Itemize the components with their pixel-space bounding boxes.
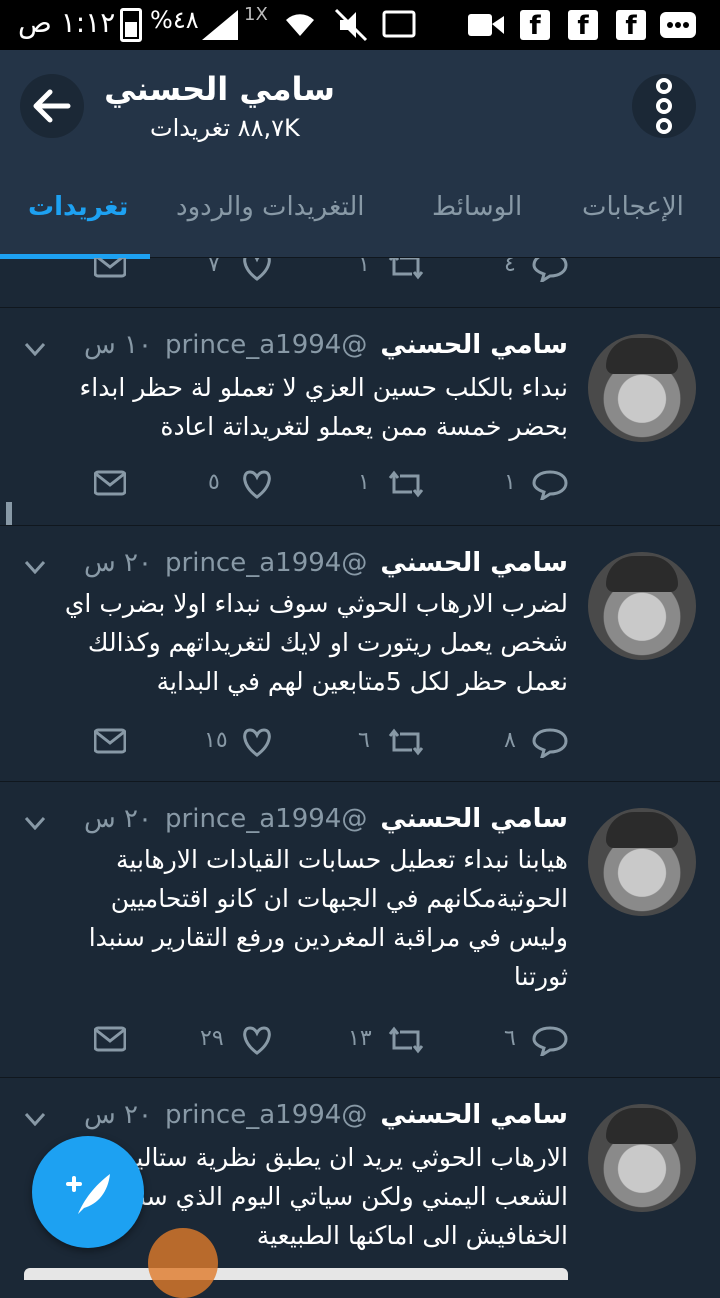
tweet-author-name[interactable]: سامي الحسني (380, 1100, 568, 1130)
tweet-count: ٨٨,٧K تغريدات (150, 114, 300, 142)
tweet-header: سامي الحسني @prince_a1994 ١٠ س (84, 330, 568, 364)
like-count: ٥ (208, 470, 220, 495)
reply-icon (532, 470, 568, 500)
tweet-header: سامي الحسني @prince_a1994 ٢٠ س (84, 548, 568, 582)
tweet-author-handle: @prince_a1994 (165, 330, 368, 360)
heart-icon (243, 1026, 271, 1055)
avatar[interactable] (588, 552, 696, 660)
retweet-icon (388, 258, 424, 280)
retweet-count: ١ (358, 258, 370, 277)
tweet-time: ٢٠ س (83, 1100, 152, 1130)
retweet-icon (388, 470, 424, 498)
retweet-count: ١ (358, 470, 370, 495)
heart-icon (243, 470, 271, 499)
tab-tweets[interactable]: تغريدات (28, 192, 128, 222)
tweet-text: لضرب الارهاب الحوثي سوف نبداء اولا بضرب … (64, 589, 568, 696)
tweet-author-handle: @prince_a1994 (165, 804, 368, 834)
heart-icon (243, 728, 271, 757)
arrow-left-icon (33, 89, 71, 123)
status-bar: ١:١٢ ص %٤٨ 1X f f f (0, 0, 720, 50)
message-icon (660, 12, 696, 38)
reply-count: ١ (504, 470, 516, 495)
tweet-author-name[interactable]: سامي الحسني (380, 548, 568, 578)
mail-icon (94, 728, 126, 754)
battery-icon (120, 8, 142, 42)
facebook-icon: f (520, 10, 550, 41)
tweet-header: سامي الحسني @prince_a1994 ٢٠ س (84, 1100, 568, 1134)
mail-icon (94, 1026, 126, 1052)
tweet-actions: ٢٩ ١٣ ٦ (0, 1020, 720, 1060)
avatar[interactable] (588, 808, 696, 916)
avatar[interactable] (588, 1104, 696, 1212)
reply-count: ٨ (504, 728, 516, 753)
profile-name: سامي الحسني (104, 70, 335, 108)
retweet-icon (388, 728, 424, 756)
retweet-count: ٦ (358, 728, 370, 753)
retweet-icon (388, 1026, 424, 1054)
tweet-time: ١٠ س (83, 330, 152, 360)
back-button[interactable] (20, 74, 84, 138)
reply-icon (532, 1026, 568, 1056)
tweet-media-preview[interactable] (24, 1268, 568, 1280)
profile-tabs: تغريدات التغريدات والردود الوسائط الإعجا… (0, 162, 720, 259)
facebook-icon: f (568, 10, 598, 41)
avatar[interactable] (588, 334, 696, 442)
tweet-author-handle: @prince_a1994 (165, 548, 368, 578)
dot-icon (656, 118, 672, 134)
reply-count: ٤ (504, 258, 516, 277)
facebook-icon: f (616, 10, 646, 41)
like-count: ٧ (208, 258, 220, 277)
tweet-time: ٢٠ س (83, 804, 152, 834)
like-count: ١٥ (204, 728, 228, 753)
chevron-down-icon[interactable] (24, 560, 46, 574)
mail-icon (94, 258, 126, 278)
tweet-item-partial: ٧ ١ ٤ (0, 258, 720, 308)
tweet-text: هيابنا نبداء تعطيل حسابات القيادات الاره… (88, 845, 568, 991)
battery-percent: %٤٨ (150, 6, 199, 34)
tweet-actions: ١٥ ٦ ٨ (0, 722, 720, 762)
profile-header: سامي الحسني ٨٨,٧K تغريدات (0, 50, 720, 162)
speed-indicator: 1X (244, 4, 268, 25)
tab-tweets-replies[interactable]: التغريدات والردود (176, 192, 365, 222)
wifi-icon (286, 14, 314, 37)
chevron-down-icon[interactable] (24, 816, 46, 830)
mute-icon (334, 8, 368, 42)
more-options-button[interactable] (632, 74, 696, 138)
chevron-down-icon[interactable] (24, 342, 46, 356)
tweet-actions: ٧ ١ ٤ (0, 258, 720, 286)
tweet-author-handle: @prince_a1994 (165, 1100, 368, 1130)
compose-tweet-button[interactable] (32, 1136, 144, 1248)
tweet-text: نبداء بالكلب حسين العزي لا تعملو لة حظر … (79, 373, 568, 441)
cast-icon (382, 10, 416, 38)
tweet-item[interactable]: سامي الحسني @prince_a1994 ١٠ س نبداء بال… (0, 308, 720, 526)
reply-icon (532, 728, 568, 758)
video-record-button[interactable] (148, 1228, 218, 1298)
heart-icon (243, 258, 271, 281)
tab-media[interactable]: الوسائط (432, 192, 522, 222)
tweet-actions: ٥ ١ ١ (0, 464, 720, 504)
retweet-count: ١٣ (348, 1026, 372, 1051)
video-icon (468, 14, 504, 36)
status-time: ١:١٢ ص (18, 6, 116, 39)
tweet-time: ٢٠ س (83, 548, 152, 578)
tweet-item[interactable]: سامي الحسني @prince_a1994 ٢٠ س هيابنا نب… (0, 782, 720, 1078)
tweet-author-name[interactable]: سامي الحسني (380, 330, 568, 360)
compose-quill-icon (66, 1174, 110, 1214)
reply-count: ٦ (504, 1026, 516, 1051)
mail-icon (94, 470, 126, 496)
tab-likes[interactable]: الإعجابات (582, 192, 684, 222)
tweet-item[interactable]: سامي الحسني @prince_a1994 ٢٠ س لضرب الار… (0, 526, 720, 782)
chevron-down-icon[interactable] (24, 1112, 46, 1126)
like-count: ٢٩ (200, 1026, 224, 1051)
signal-icon (202, 10, 238, 40)
tweet-header: سامي الحسني @prince_a1994 ٢٠ س (84, 804, 568, 838)
dot-icon (656, 78, 672, 94)
dot-icon (656, 98, 672, 114)
tweet-author-name[interactable]: سامي الحسني (380, 804, 568, 834)
reply-icon (532, 258, 568, 282)
